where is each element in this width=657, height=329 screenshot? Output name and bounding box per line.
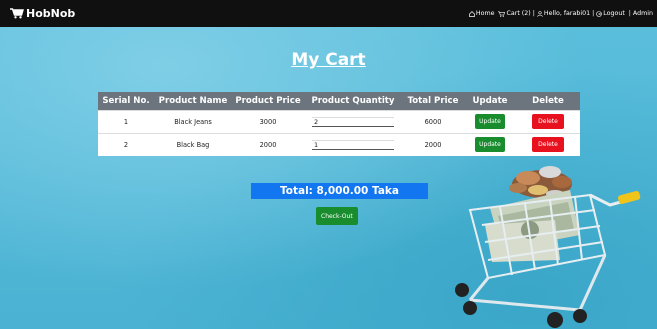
cell-serial: 2: [98, 132, 154, 156]
nav-home-link[interactable]: Home: [469, 10, 495, 17]
nav-cart-link[interactable]: Cart (2): [498, 10, 531, 17]
cell-quantity: [304, 132, 402, 156]
cell-total-price: 6000: [402, 109, 464, 133]
nav-admin-link[interactable]: Admin: [633, 10, 653, 17]
logout-icon: [596, 10, 603, 17]
col-serial: Serial No.: [98, 92, 154, 110]
nav-home-label: Home: [475, 10, 495, 17]
nav-links: Home Cart (2) | Hello, farabi01 | Logout: [469, 10, 653, 17]
cart-wheel: [573, 309, 587, 323]
quantity-input[interactable]: [312, 139, 394, 150]
cell-product-name: Black Jeans: [154, 109, 232, 133]
col-delete: Delete: [516, 92, 580, 110]
shopping-cart-with-money-image: [455, 166, 641, 328]
cell-product-price: 3000: [232, 109, 304, 133]
quantity-input[interactable]: [312, 116, 394, 127]
page-title: My Cart: [291, 50, 366, 70]
cart-icon: [498, 11, 506, 17]
cart-wheel: [463, 301, 477, 315]
col-update: Update: [464, 92, 516, 110]
brand-link[interactable]: HobNob: [10, 7, 75, 20]
update-button[interactable]: Update: [475, 114, 505, 129]
cart-frame: [468, 254, 607, 312]
total-banner: Total: 8,000.00 Taka: [251, 183, 428, 199]
nav-admin-label: Admin: [632, 10, 653, 17]
home-icon: [469, 10, 475, 17]
cart-table: Serial No. Product Name Product Price Pr…: [98, 92, 580, 156]
nav-separator: |: [628, 10, 631, 17]
nav-user-label: Hello, farabi01: [543, 10, 591, 17]
table-row: 1 Black Jeans 3000 6000 Update Delete: [98, 109, 580, 133]
nav-cart-label: Cart (2): [506, 10, 531, 17]
table-header-row: Serial No. Product Name Product Price Pr…: [98, 92, 580, 110]
cell-serial: 1: [98, 109, 154, 133]
cart-wheel: [547, 312, 563, 328]
col-product-quantity: Product Quantity: [304, 92, 402, 110]
cart-wheel: [455, 283, 469, 297]
cell-product-name: Black Bag: [154, 132, 232, 156]
cart-handle-grip: [618, 190, 641, 205]
checkout-button[interactable]: Check-Out: [316, 207, 358, 225]
nav-logout-label: Logout: [603, 10, 625, 17]
cell-product-price: 2000: [232, 132, 304, 156]
col-product-price: Product Price: [232, 92, 304, 110]
delete-button[interactable]: Delete: [532, 114, 564, 129]
col-product-name: Product Name: [154, 92, 232, 110]
brand-name: HobNob: [26, 7, 76, 20]
shopping-cart-icon: [10, 8, 24, 19]
cell-delete: Delete: [516, 109, 580, 133]
navbar: HobNob Home Cart (2) | Hello, farabi01 |: [0, 0, 657, 27]
col-total-price: Total Price: [402, 92, 464, 110]
nav-separator: |: [532, 10, 535, 17]
nav-separator: |: [592, 10, 595, 17]
nav-logout-link[interactable]: Logout: [596, 10, 625, 17]
cell-update: Update: [464, 109, 516, 133]
cell-quantity: [304, 109, 402, 133]
nav-user-link[interactable]: Hello, farabi01: [537, 10, 590, 17]
user-icon: [537, 10, 543, 17]
